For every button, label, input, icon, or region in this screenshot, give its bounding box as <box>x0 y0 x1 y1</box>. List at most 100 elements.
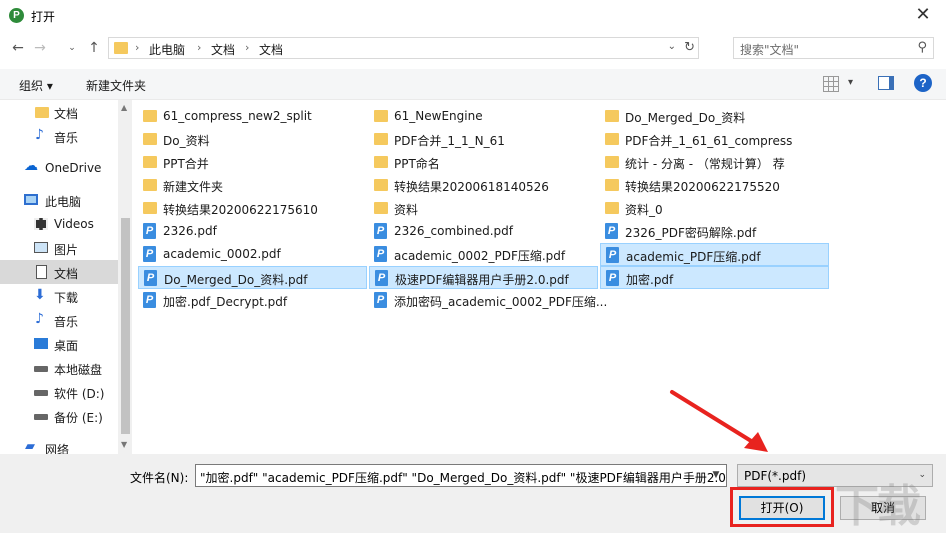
nav-item-label: 文档 <box>54 267 79 281</box>
nav-scrollbar-thumb[interactable] <box>121 218 130 434</box>
filename-label: 文件名(N): <box>130 471 189 485</box>
nav-item-desktop[interactable]: 桌面 <box>0 332 118 356</box>
list-item[interactable]: Do_资料 <box>138 128 366 151</box>
nav-item-documents-selected[interactable]: 文档 <box>0 260 118 284</box>
list-item[interactable]: PPT合并 <box>138 151 366 174</box>
scroll-down-icon[interactable]: ▼ <box>121 440 127 449</box>
list-item[interactable]: Pacademic_0002_PDF压缩.pdf <box>369 243 597 266</box>
video-icon <box>34 218 48 230</box>
recent-locations-icon[interactable]: ⌄ <box>64 39 80 57</box>
nav-item-label: 音乐 <box>54 131 79 145</box>
list-item[interactable]: PPT命名 <box>369 151 597 174</box>
list-item[interactable]: 转换结果20200622175610 <box>138 197 366 220</box>
nav-item-music-2[interactable]: ♪ 音乐 <box>0 308 118 332</box>
nav-item-drive-d[interactable]: 软件 (D:) <box>0 380 118 404</box>
list-item-selected[interactable]: P 极速PDF编辑器用户手册2.0.pdf <box>369 266 598 289</box>
folder-icon <box>114 42 128 54</box>
organize-button[interactable]: 组织 ▾ <box>19 77 53 94</box>
nav-item-label: 音乐 <box>54 315 79 329</box>
chevron-down-icon[interactable]: ▾ <box>848 77 853 88</box>
file-name: academic_0002_PDF压缩.pdf <box>394 249 566 263</box>
forward-icon[interactable]: → <box>32 39 48 57</box>
nav-item-label: 备份 (E:) <box>54 411 103 425</box>
list-item[interactable]: Pacademic_0002.pdf <box>138 243 366 266</box>
list-item[interactable]: P 2326_combined.pdf <box>369 220 597 243</box>
file-name: 极速PDF编辑器用户手册2.0.pdf <box>395 273 569 287</box>
list-item[interactable]: P 添加密码_academic_0002_PDF压缩... <box>369 289 607 312</box>
pdf-file-icon: P <box>144 270 157 286</box>
file-name: 新建文件夹 <box>163 180 224 194</box>
file-name: PPT命名 <box>394 157 440 171</box>
file-name: 2326.pdf <box>163 224 217 238</box>
list-item[interactable]: 资料_0 <box>600 197 828 220</box>
list-item[interactable]: 新建文件夹 <box>138 174 366 197</box>
nav-item-drive-e[interactable]: 备份 (E:) <box>0 404 118 428</box>
preview-pane-icon[interactable] <box>878 76 894 90</box>
list-item-selected[interactable]: Pacademic_PDF压缩.pdf <box>600 243 829 266</box>
nav-item-onedrive[interactable]: ☁ OneDrive <box>0 156 118 180</box>
breadcrumb-this-pc[interactable]: 此电脑 <box>149 41 185 58</box>
nav-item-label: OneDrive <box>45 161 102 175</box>
nav-item-this-pc[interactable]: 此电脑 <box>0 188 118 212</box>
list-item[interactable]: 转换结果20200622175520 <box>600 174 828 197</box>
list-item[interactable]: 61_compress_new2_split <box>138 105 366 128</box>
network-icon: ▰ <box>25 439 35 454</box>
search-input[interactable]: 搜索"文档" ⚲ <box>733 37 934 59</box>
chevron-down-icon: ⌄ <box>918 470 926 480</box>
nav-item-label: 图片 <box>54 243 79 257</box>
chevron-down-icon[interactable]: ⌄ <box>668 41 676 52</box>
folder-icon <box>143 110 157 122</box>
nav-item-music[interactable]: ♪ 音乐 <box>0 124 118 148</box>
nav-item-downloads[interactable]: ⬇ 下载 <box>0 284 118 308</box>
list-item[interactable]: 资料 <box>369 197 597 220</box>
nav-item-local-disk[interactable]: 本地磁盘 <box>0 356 118 380</box>
file-name: 资料 <box>394 203 419 217</box>
file-name: 转换结果20200622175520 <box>625 180 780 194</box>
chevron-down-icon[interactable]: ▼ <box>707 466 725 485</box>
scroll-up-icon[interactable]: ▲ <box>121 103 127 112</box>
nav-item-documents[interactable]: 文档 <box>0 100 118 124</box>
folder-icon <box>143 202 157 214</box>
file-name: PDF合并_1_1_N_61 <box>394 134 505 148</box>
crumb-separator-icon: › <box>245 41 250 54</box>
list-item-selected[interactable]: P 加密.pdf <box>600 266 829 289</box>
file-name: 添加密码_academic_0002_PDF压缩... <box>394 295 608 309</box>
crumb-separator-icon: › <box>135 41 140 54</box>
pdf-file-icon: P <box>143 246 156 262</box>
file-list: 61_compress_new2_split Do_资料 PPT合并 新建文件夹… <box>132 100 946 454</box>
list-item[interactable]: P 加密.pdf_Decrypt.pdf <box>138 289 366 312</box>
list-item[interactable]: Do_Merged_Do_资料 <box>600 105 828 128</box>
computer-icon <box>24 194 38 205</box>
nav-item-pictures[interactable]: 图片 <box>0 236 118 260</box>
file-name: Do_资料 <box>163 134 210 148</box>
file-name: 61_NewEngine <box>394 109 483 123</box>
folder-icon <box>374 110 388 122</box>
back-icon[interactable]: ← <box>10 39 26 57</box>
refresh-icon[interactable]: ↻ <box>684 40 695 55</box>
new-folder-button[interactable]: 新建文件夹 <box>86 77 146 94</box>
title-bar: P 打开 ✕ <box>0 0 946 31</box>
list-item[interactable]: P 2326_PDF密码解除.pdf <box>600 220 828 243</box>
list-item[interactable]: PDF合并_1_61_61_compress <box>600 128 828 151</box>
nav-scrollbar[interactable]: ▲ ▼ <box>118 100 132 454</box>
filename-input[interactable]: "加密.pdf" "academic_PDF压缩.pdf" "Do_Merged… <box>195 464 727 487</box>
breadcrumb-documents-current[interactable]: 文档 <box>259 41 283 58</box>
list-item[interactable]: PDF合并_1_1_N_61 <box>369 128 597 151</box>
list-item[interactable]: 61_NewEngine <box>369 105 597 128</box>
help-icon[interactable]: ? <box>914 74 932 92</box>
address-bar[interactable]: › 此电脑 › 文档 › 文档 ⌄ ↻ <box>108 37 699 59</box>
pdf-file-icon: P <box>143 223 156 239</box>
file-name: Do_Merged_Do_资料.pdf <box>164 273 308 287</box>
list-item[interactable]: 转换结果20200618140526 <box>369 174 597 197</box>
list-item[interactable]: 统计 - 分离 - （常规计算） 荐 <box>600 151 828 174</box>
list-item[interactable]: P 2326.pdf <box>138 220 366 243</box>
close-icon[interactable]: ✕ <box>900 0 946 31</box>
list-item-selected[interactable]: P Do_Merged_Do_资料.pdf <box>138 266 367 289</box>
nav-item-label: 下载 <box>54 291 79 305</box>
breadcrumb-documents[interactable]: 文档 <box>211 41 235 58</box>
nav-item-videos[interactable]: Videos <box>0 212 118 236</box>
up-icon[interactable]: ↑ <box>86 39 102 57</box>
file-name: PDF合并_1_61_61_compress <box>625 134 793 148</box>
nav-item-label: Videos <box>54 217 94 231</box>
view-options-icon[interactable] <box>823 76 839 92</box>
